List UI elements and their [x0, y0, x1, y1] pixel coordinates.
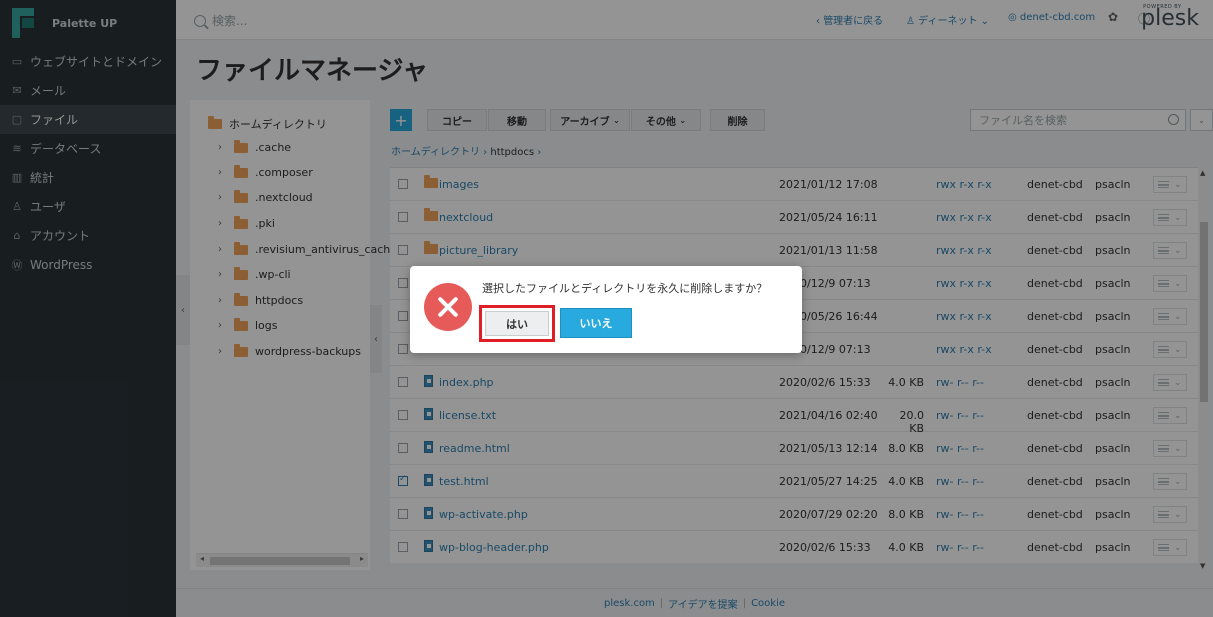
error-icon — [424, 283, 472, 331]
confirm-yes-label: はい — [485, 311, 549, 336]
confirm-yes-button[interactable]: はい — [479, 305, 555, 342]
dialog-message: 選択したファイルとディレクトリを永久に削除しますか？ — [482, 282, 768, 295]
confirm-no-button[interactable]: いいえ — [560, 308, 632, 338]
delete-confirm-dialog: 選択したファイルとディレクトリを永久に削除しますか？ はい いいえ — [410, 266, 802, 353]
